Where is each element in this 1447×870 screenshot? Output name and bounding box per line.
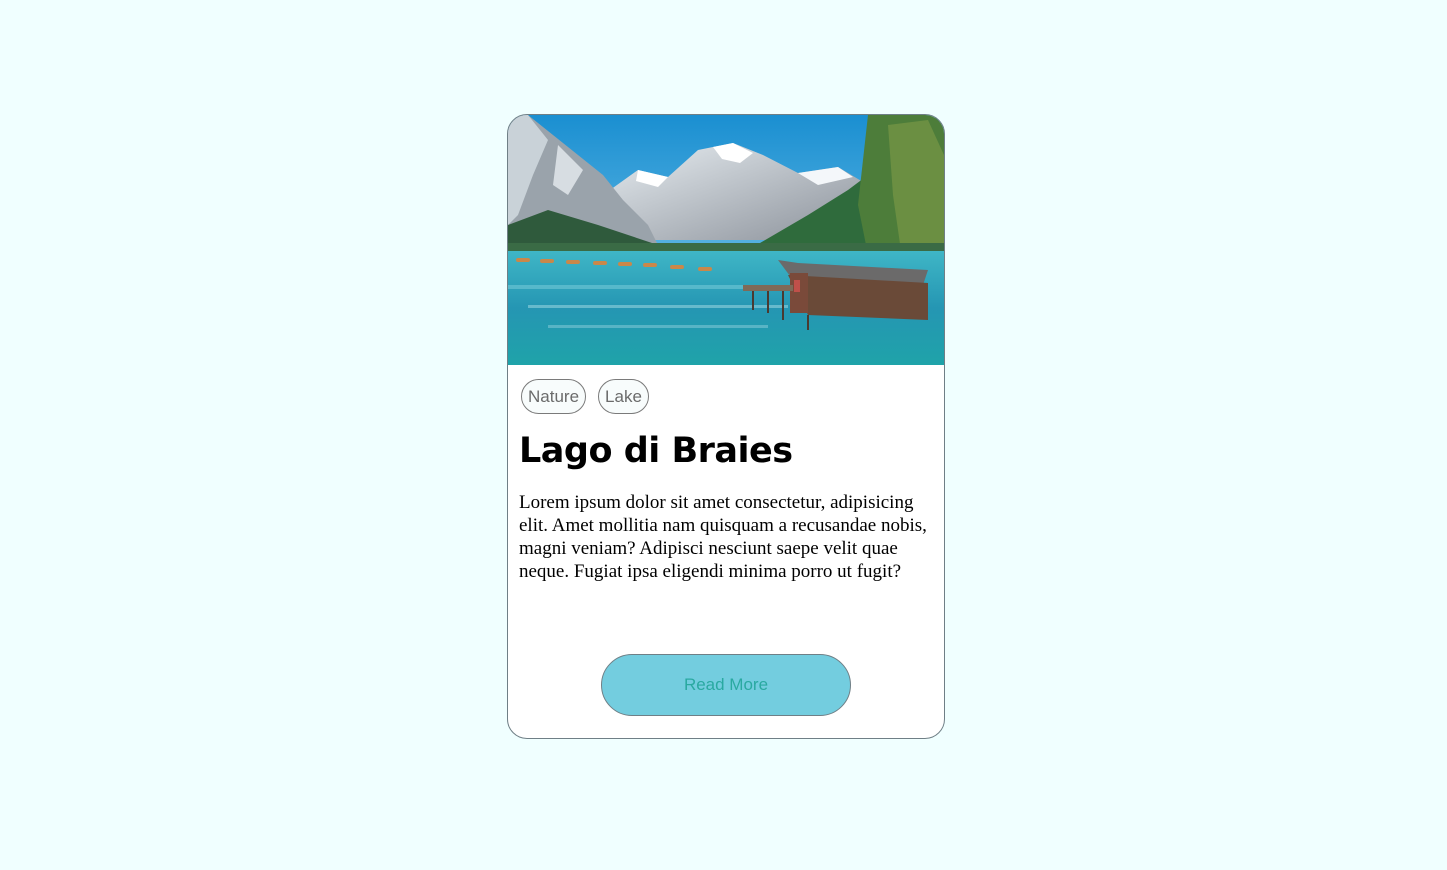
tag-list: Nature Lake [521, 379, 649, 415]
lake-photo [508, 115, 944, 365]
tag-lake[interactable]: Lake [598, 379, 649, 414]
read-more-button[interactable]: Read More [601, 654, 851, 716]
card-description: Lorem ipsum dolor sit amet consectetur, … [519, 492, 927, 582]
card-title: Lago di Braies [519, 431, 793, 471]
article-card: Nature Lake Lago di Braies Lorem ipsum d… [507, 114, 945, 739]
tag-nature[interactable]: Nature [521, 379, 587, 414]
